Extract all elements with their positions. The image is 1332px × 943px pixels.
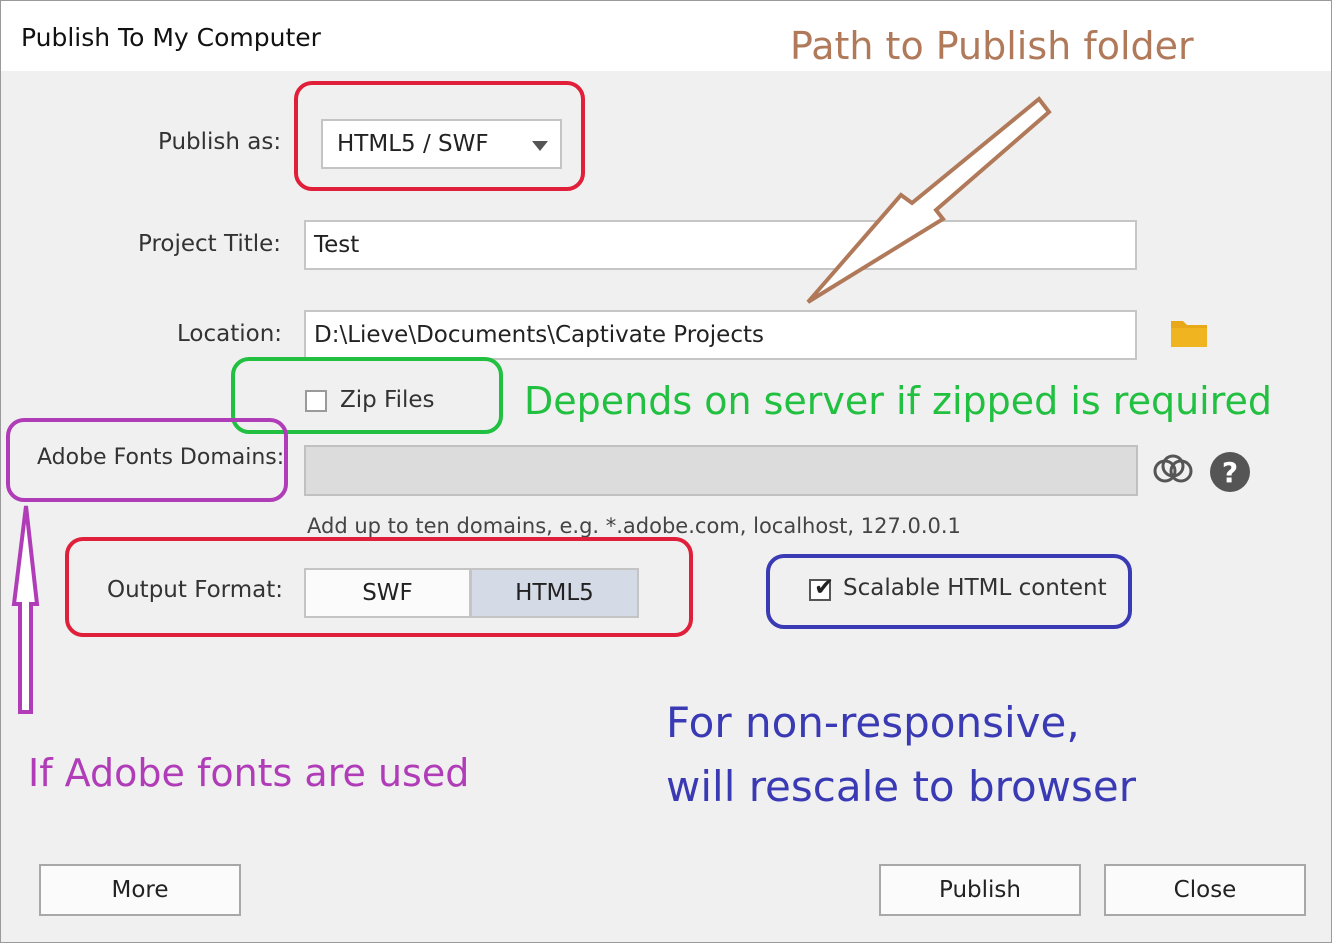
scalable-annotation-line1: For non-responsive,: [666, 698, 1080, 747]
fonts-annotation: If Adobe fonts are used: [28, 751, 470, 795]
path-arrow: [806, 96, 1052, 304]
fonts-arrow: [11, 505, 40, 714]
zip-annotation: Depends on server if zipped is required: [524, 379, 1272, 423]
scalable-annotation-line2: will rescale to browser: [666, 762, 1137, 811]
path-annotation: Path to Publish folder: [790, 24, 1194, 68]
